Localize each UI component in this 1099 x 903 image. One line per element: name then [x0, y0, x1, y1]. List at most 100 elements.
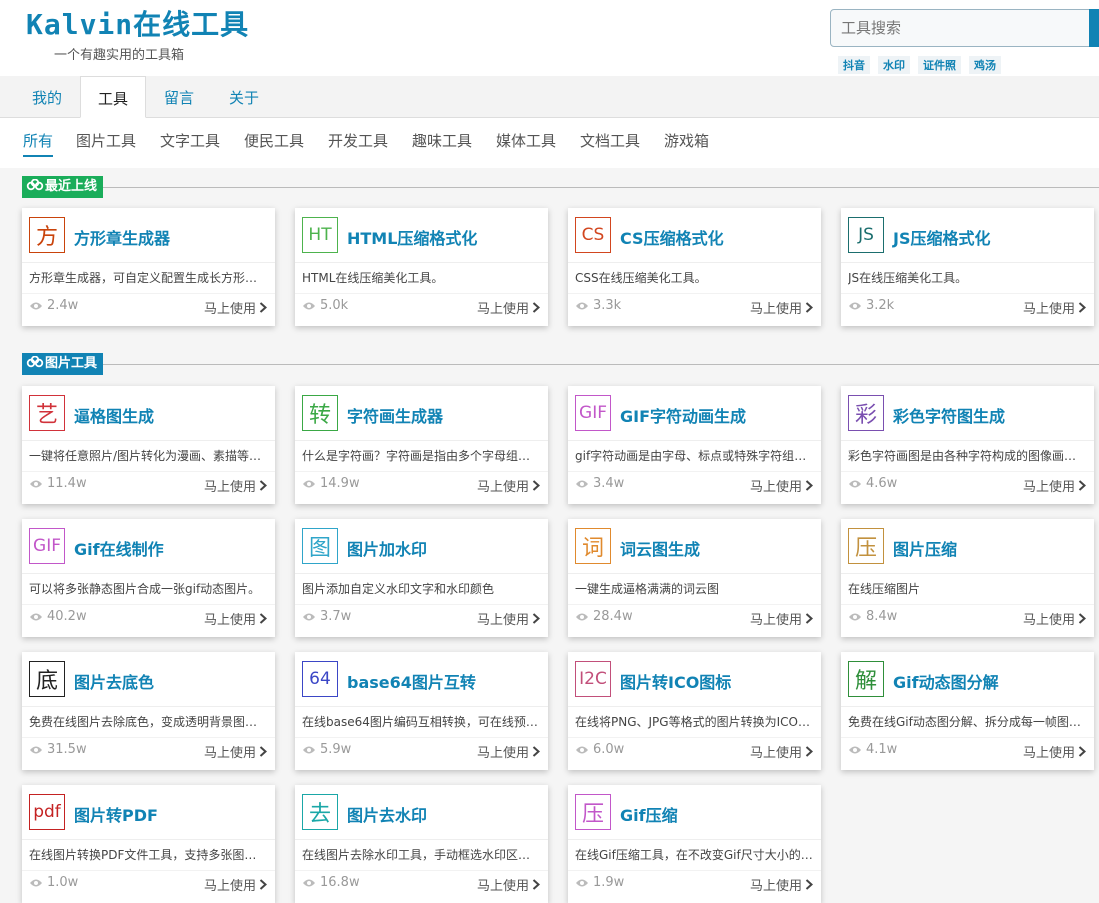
tool-title[interactable]: 图片压缩	[893, 536, 957, 560]
tool-title[interactable]: 字符画生成器	[347, 403, 443, 427]
tab-about[interactable]: 关于	[215, 76, 273, 118]
use-now-label: 马上使用	[203, 302, 256, 317]
search-button[interactable]	[1089, 9, 1099, 47]
use-now-link[interactable]: 马上使用	[1023, 742, 1086, 761]
use-now-link[interactable]: 马上使用	[477, 875, 540, 894]
tool-card[interactable]: JS JS压缩格式化 JS在线压缩美化工具。 3.2k 马上使用	[841, 208, 1094, 326]
use-now-link[interactable]: 马上使用	[204, 298, 267, 317]
use-now-link[interactable]: 马上使用	[477, 609, 540, 628]
category-text[interactable]: 文字工具	[160, 130, 220, 155]
card-divider	[568, 839, 821, 840]
tool-title[interactable]: 方形章生成器	[74, 225, 170, 249]
view-count-value: 6.0w	[593, 742, 625, 757]
tool-description: 免费在线图片去除底色，变成透明背景图片。	[29, 715, 267, 729]
tab-mine[interactable]: 我的	[18, 76, 76, 118]
use-now-link[interactable]: 马上使用	[1023, 609, 1086, 628]
category-dev[interactable]: 开发工具	[328, 130, 388, 155]
tool-card[interactable]: CS CS压缩格式化 CSS在线压缩美化工具。 3.3k 马上使用	[568, 208, 821, 326]
category-all[interactable]: 所有	[23, 130, 54, 157]
tool-card[interactable]: 艺逼格图生成一键将任意照片/图片转化为漫画、素描等艺术风格。 11.4w 马上使用	[22, 386, 275, 504]
use-now-link[interactable]: 马上使用	[1023, 476, 1086, 495]
card-divider	[841, 471, 1094, 472]
tool-card[interactable]: pdf 图片转PDF 在线图片转换PDF文件工具，支持多张图片合成。 1.0w 马上使用	[22, 785, 275, 903]
tool-card[interactable]: 词词云图生成 一键生成逼格满满的词云图 28.4w 马上使用	[568, 519, 821, 637]
tool-card[interactable]: I2C 图片转ICO图标 在线将PNG、JPG等格式的图片转换为ICO图标。 6.0w…	[568, 652, 821, 770]
tool-card[interactable]: 压Gif压缩在线Gif压缩工具，在不改变Gif尺寸大小的情况下压缩。1.9w马上…	[568, 785, 821, 903]
use-now-label: 马上使用	[749, 746, 802, 761]
category-fun[interactable]: 趣味工具	[412, 130, 472, 155]
tool-card[interactable]: 彩彩色字符图生成 彩色字符画图是由各种字符构成的图像画面。 4.6w 马上使用	[841, 386, 1094, 504]
eye-icon	[849, 613, 861, 620]
tool-title[interactable]: 图片转ICO图标	[620, 669, 731, 693]
tool-title[interactable]: Gif压缩	[620, 802, 678, 826]
use-now-link[interactable]: 马上使用	[750, 298, 813, 317]
tool-description: 在线Gif压缩工具，在不改变Gif尺寸大小的情况下压缩。	[575, 848, 813, 862]
use-now-link[interactable]: 马上使用	[750, 476, 813, 495]
tool-title[interactable]: 词云图生成	[620, 536, 700, 560]
hot-tags: 抖音 水印 证件照 鸡汤	[838, 56, 1001, 74]
category-media[interactable]: 媒体工具	[496, 130, 556, 155]
cluster-icon	[26, 355, 44, 368]
tab-tools[interactable]: 工具	[80, 76, 146, 118]
tool-card[interactable]: HT HTML压缩格式化 HTML在线压缩美化工具。 5.0k 马上使用	[295, 208, 548, 326]
tool-card[interactable]: 压图片压缩 在线压缩图片 8.4w 马上使用	[841, 519, 1094, 637]
use-now-link[interactable]: 马上使用	[204, 875, 267, 894]
tool-title[interactable]: base64图片互转	[347, 669, 476, 693]
card-divider	[22, 839, 275, 840]
search-input[interactable]	[831, 10, 1091, 46]
view-count-value: 3.7w	[320, 609, 352, 624]
category-games[interactable]: 游戏箱	[664, 130, 709, 155]
chevron-right-icon	[259, 302, 267, 313]
tool-title[interactable]: CS压缩格式化	[620, 225, 724, 249]
tool-title[interactable]: 图片去底色	[74, 669, 154, 693]
tool-card[interactable]: 去图片去水印 在线图片去除水印工具，手动框选水印区域。 16.8w 马上使用	[295, 785, 548, 903]
category-document[interactable]: 文档工具	[580, 130, 640, 155]
tool-card[interactable]: 64 base64图片互转 在线base64图片编码互相转换，可在线预览。 5.9w 马…	[295, 652, 548, 770]
hot-tag[interactable]: 抖音	[838, 56, 870, 74]
tool-title[interactable]: 图片加水印	[347, 536, 427, 560]
use-now-link[interactable]: 马上使用	[750, 609, 813, 628]
use-now-link[interactable]: 马上使用	[1023, 298, 1086, 317]
tool-card[interactable]: GIF Gif在线制作 可以将多张静态图片合成一张gif动态图片。 40.2w 马上使用	[22, 519, 275, 637]
tool-title[interactable]: GIF字符动画生成	[620, 403, 746, 427]
tool-title[interactable]: 图片去水印	[347, 802, 427, 826]
hot-tag[interactable]: 水印	[878, 56, 910, 74]
use-now-link[interactable]: 马上使用	[750, 742, 813, 761]
tool-card[interactable]: 图图片加水印 图片添加自定义水印文字和水印颜色 3.7w 马上使用	[295, 519, 548, 637]
use-now-link[interactable]: 马上使用	[204, 742, 267, 761]
category-image[interactable]: 图片工具	[76, 130, 136, 155]
tool-title[interactable]: 逼格图生成	[74, 403, 154, 427]
tool-icon: 压	[848, 528, 884, 564]
use-now-link[interactable]: 马上使用	[477, 742, 540, 761]
tool-card[interactable]: 底图片去底色 免费在线图片去除底色，变成透明背景图片。 31.5w 马上使用	[22, 652, 275, 770]
view-count: 3.7w	[302, 609, 351, 624]
tool-icon: JS	[848, 217, 884, 253]
category-convenience[interactable]: 便民工具	[244, 130, 304, 155]
use-now-link[interactable]: 马上使用	[477, 476, 540, 495]
use-now-link[interactable]: 马上使用	[204, 609, 267, 628]
use-now-link[interactable]: 马上使用	[204, 476, 267, 495]
tool-title[interactable]: Gif动态图分解	[893, 669, 999, 693]
tool-card[interactable]: 解 Gif动态图分解 免费在线Gif动态图分解、拆分成每一帧图片。 4.1w 马上使用	[841, 652, 1094, 770]
tool-card[interactable]: GIF GIF字符动画生成 gif字符动画是由字母、标点或特殊字符组成的动画。 3.4…	[568, 386, 821, 504]
hot-tag[interactable]: 鸡汤	[969, 56, 1001, 74]
site-logo[interactable]: Kalvin在线工具	[26, 6, 249, 44]
use-now-link[interactable]: 马上使用	[750, 875, 813, 894]
view-count-value: 40.2w	[47, 609, 87, 624]
tool-card[interactable]: 转字符画生成器什么是字符画？字符画是指由多个字母组成的图画。 14.9w 马上使用	[295, 386, 548, 504]
hot-tag[interactable]: 证件照	[918, 56, 961, 74]
chevron-right-icon	[805, 879, 813, 890]
tool-title[interactable]: JS压缩格式化	[893, 225, 990, 249]
tool-description: 免费在线Gif动态图分解、拆分成每一帧图片。	[848, 715, 1086, 729]
section-title: 最近上线	[22, 176, 104, 198]
chevron-right-icon	[532, 879, 540, 890]
tool-card[interactable]: 方方形章生成器方形章生成器，可自定义配置生成长方形章，正方形章。 2.4w 马上使用	[22, 208, 275, 326]
use-now-link[interactable]: 马上使用	[477, 298, 540, 317]
card-divider	[568, 604, 821, 605]
tool-title[interactable]: HTML压缩格式化	[347, 225, 477, 249]
card-divider	[295, 706, 548, 707]
tool-title[interactable]: Gif在线制作	[74, 536, 164, 560]
tool-title[interactable]: 图片转PDF	[74, 802, 158, 826]
tool-title[interactable]: 彩色字符图生成	[893, 403, 1005, 427]
tab-messages[interactable]: 留言	[150, 76, 208, 118]
